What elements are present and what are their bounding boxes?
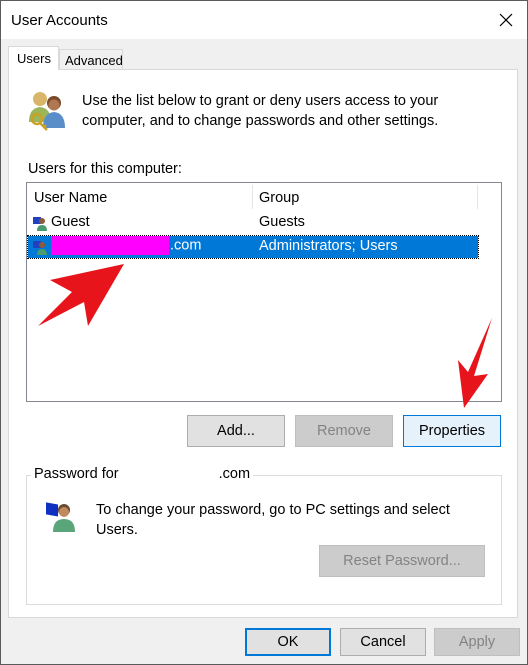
intro-text: Use the list below to grant or deny user… — [82, 93, 439, 129]
user-group: Guests — [259, 214, 305, 230]
window-title: User Accounts — [11, 12, 108, 29]
user-icon — [32, 215, 48, 235]
user-name: .com — [51, 236, 201, 255]
column-header-group[interactable]: Group — [259, 190, 299, 206]
column-separator[interactable] — [252, 185, 253, 209]
redaction-block — [51, 236, 169, 255]
user-group: Administrators; Users — [259, 238, 398, 254]
title-bar: User Accounts — [1, 1, 527, 39]
remove-button[interactable]: Remove — [295, 415, 393, 447]
apply-button[interactable]: Apply — [434, 628, 520, 656]
user-icon — [32, 239, 48, 259]
arrow-to-selected-user — [38, 264, 124, 326]
reset-password-button[interactable]: Reset Password... — [319, 545, 485, 577]
close-button[interactable] — [493, 7, 519, 33]
users-key-icon — [26, 88, 70, 137]
column-header-user-name[interactable]: User Name — [34, 190, 107, 206]
tab-advanced[interactable]: Advanced — [59, 49, 123, 70]
password-help-text: To change your password, go to PC settin… — [96, 502, 450, 538]
ok-button[interactable]: OK — [245, 628, 331, 656]
close-icon — [499, 13, 513, 27]
column-separator[interactable] — [477, 185, 478, 209]
password-groupbox-legend: Password for .com — [31, 466, 254, 482]
arrow-to-properties — [458, 318, 492, 408]
list-item-guest[interactable]: Guest Guests — [28, 212, 478, 234]
tab-users[interactable]: Users — [8, 46, 59, 70]
user-name: Guest — [51, 214, 90, 230]
add-button[interactable]: Add... — [187, 415, 285, 447]
properties-button[interactable]: Properties — [403, 415, 501, 447]
list-header: User Name Group — [27, 183, 501, 211]
users-list-label: Users for this computer: — [28, 161, 182, 177]
user-computer-icon — [44, 500, 76, 537]
password-groupbox — [26, 475, 502, 605]
cancel-button[interactable]: Cancel — [340, 628, 426, 656]
list-item-selected-user[interactable]: .com Administrators; Users — [27, 235, 479, 259]
